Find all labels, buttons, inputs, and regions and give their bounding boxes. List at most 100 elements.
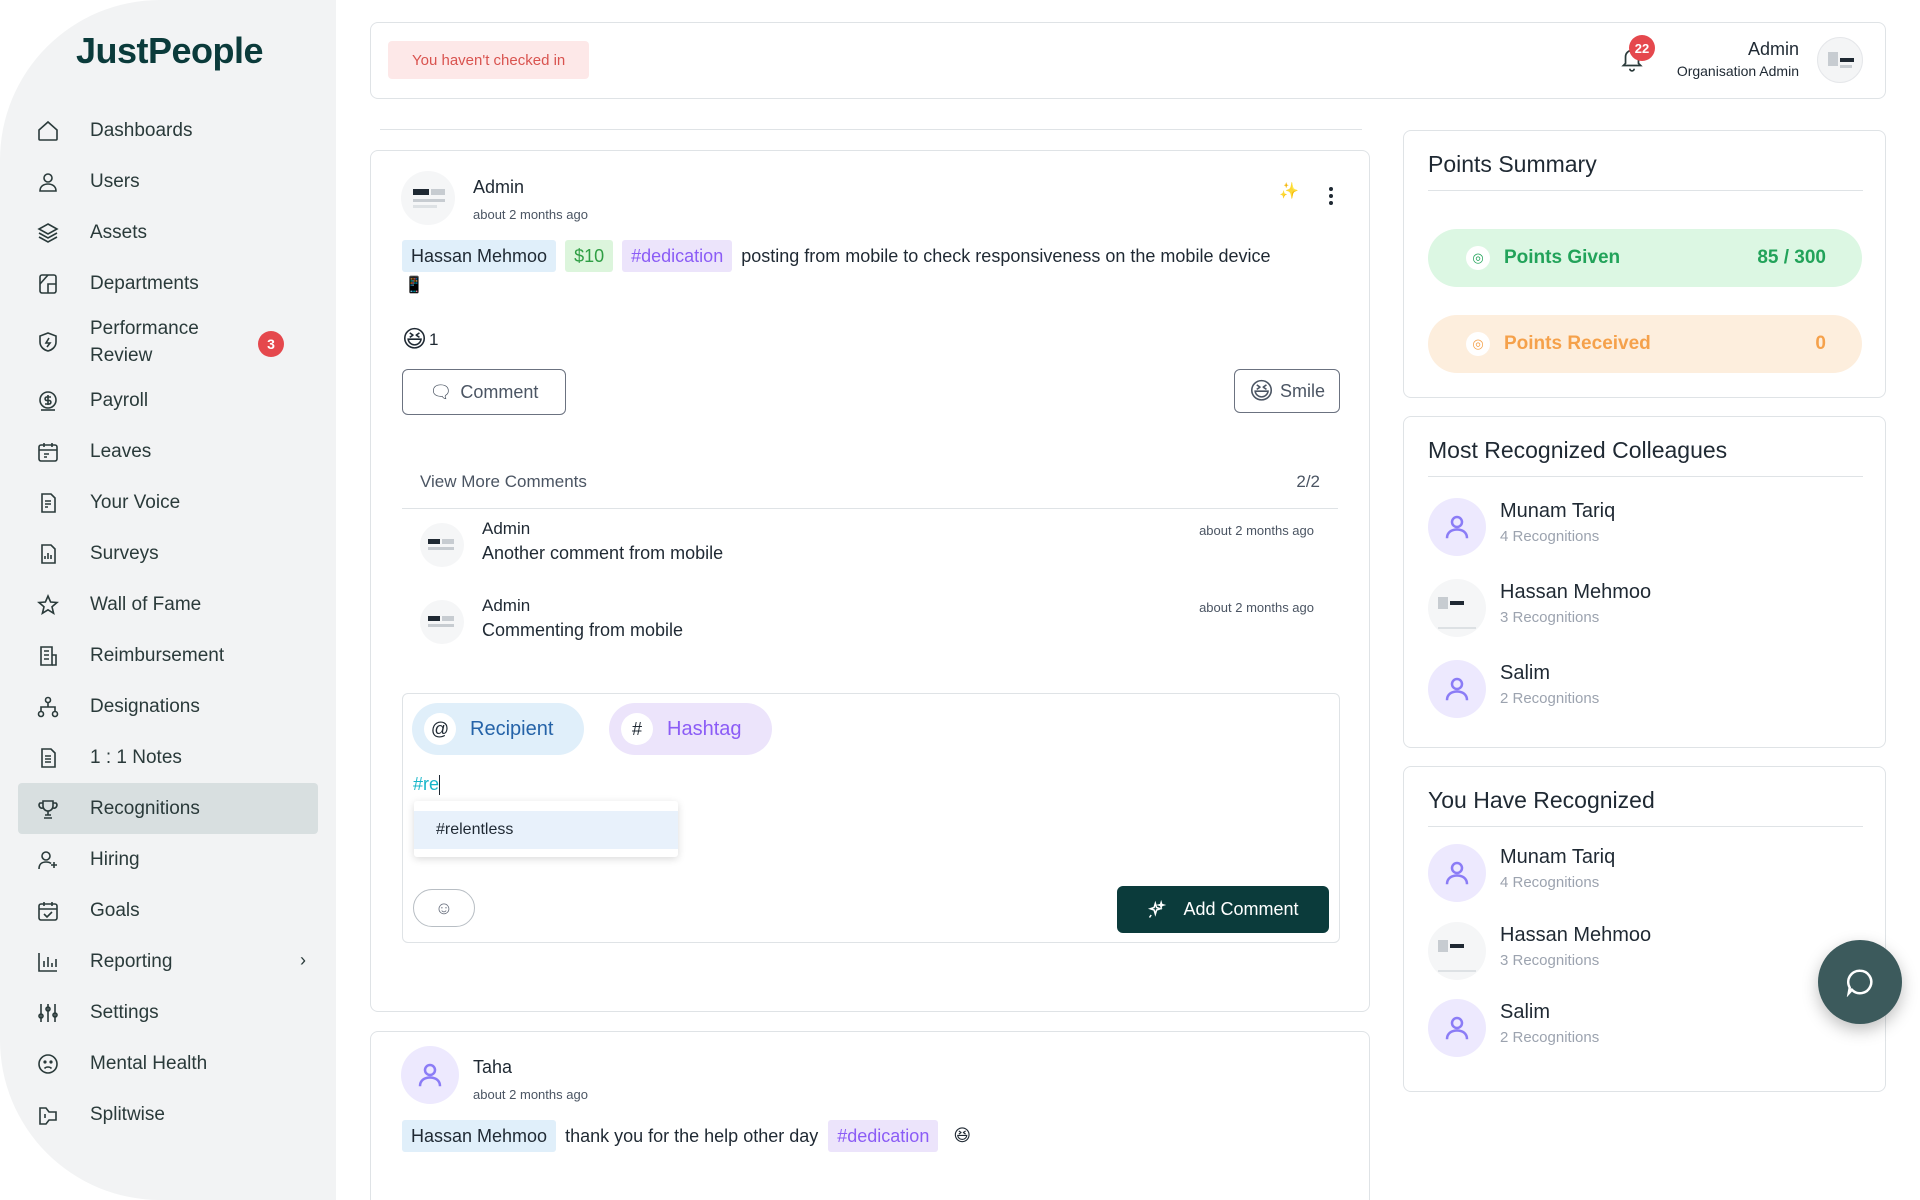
panel-title: Points Summary: [1428, 151, 1863, 191]
comment-author[interactable]: Admin: [482, 519, 530, 539]
list-item[interactable]: Salim 2 Recognitions: [1428, 660, 1862, 720]
chevron-right-icon[interactable]: ›: [300, 950, 306, 971]
recipient-chip[interactable]: Hassan Mehmoo: [402, 240, 557, 272]
phone-emoji: 📱: [404, 277, 424, 294]
sidebar-item-departments[interactable]: Departments: [18, 258, 318, 309]
comments-header: View More Comments 2/2: [402, 457, 1338, 509]
hashtag-button-label: Hashtag: [667, 717, 742, 740]
sidebar-item-surveys[interactable]: Surveys: [18, 528, 318, 579]
sidebar-item-users[interactable]: Users: [18, 156, 318, 207]
laughing-emoji-icon: 😆: [402, 326, 428, 353]
more-options-icon[interactable]: [1329, 187, 1335, 208]
sidebar-item-label: 1 : 1 Notes: [90, 747, 182, 768]
sidebar-item-label: Mental Health: [90, 1053, 208, 1074]
sidebar-item-label: Payroll: [90, 390, 149, 411]
you-recognized-panel: You Have Recognized Munam Tariq 4 Recogn…: [1403, 766, 1886, 1092]
sidebar-item-mental-health[interactable]: Mental Health: [18, 1038, 318, 1089]
comment-button[interactable]: 🗨 Comment: [402, 369, 566, 415]
avatar: [1428, 579, 1486, 637]
comment-input[interactable]: #re: [413, 774, 913, 796]
list-item[interactable]: Salim 2 Recognitions: [1428, 999, 1862, 1059]
sidebar-item-dashboards[interactable]: Dashboards: [18, 105, 318, 156]
list-item[interactable]: Munam Tariq 4 Recognitions: [1428, 844, 1862, 904]
avatar: [1428, 922, 1486, 980]
recognition-count: 4 Recognitions: [1500, 528, 1600, 545]
sidebar-item-performance-review[interactable]: Performance Review 3: [18, 309, 318, 375]
sidebar-item-leaves[interactable]: Leaves: [18, 426, 318, 477]
view-more-comments-link[interactable]: View More Comments: [420, 472, 587, 492]
recognition-count: 2 Recognitions: [1500, 690, 1600, 707]
hashtag-chip[interactable]: #dedication: [828, 1120, 939, 1152]
sidebar: JustPeople Dashboards Users Assets Depar…: [0, 0, 336, 1200]
add-comment-button[interactable]: Add Comment: [1117, 886, 1329, 933]
sidebar-item-wall-of-fame[interactable]: Wall of Fame: [18, 579, 318, 630]
avatar: [1428, 844, 1486, 902]
comment-composer: @ Recipient # Hashtag #re #relentless ☺ …: [402, 693, 1340, 943]
user-role: Organisation Admin: [1676, 63, 1799, 79]
avatar[interactable]: [420, 523, 464, 567]
hashtag-button[interactable]: # Hashtag: [609, 703, 772, 755]
colleague-name: Salim: [1500, 662, 1551, 684]
post-author[interactable]: Admin: [473, 177, 524, 198]
hierarchy-icon: [36, 695, 60, 719]
sidebar-item-label: Dashboards: [90, 120, 193, 141]
hashtag-suggestion-item[interactable]: #relentless: [414, 811, 678, 849]
sidebar-item-your-voice[interactable]: Your Voice: [18, 477, 318, 528]
sidebar-item-label: Recognitions: [90, 798, 200, 819]
sidebar-item-label: Wall of Fame: [90, 594, 202, 615]
avatar[interactable]: [401, 171, 455, 225]
sidebar-item-designations[interactable]: Designations: [18, 681, 318, 732]
recipient-chip[interactable]: Hassan Mehmoo: [402, 1120, 557, 1152]
list-item[interactable]: Munam Tariq 4 Recognitions: [1428, 498, 1862, 558]
avatar[interactable]: [1817, 37, 1863, 83]
sidebar-item-splitwise[interactable]: Splitwise: [18, 1089, 318, 1140]
post-message: Hassan Mehmoo $10 #dedication posting fr…: [402, 240, 1270, 272]
user-icon: [418, 1063, 442, 1087]
comment-author[interactable]: Admin: [482, 596, 530, 616]
sidebar-item-label: Goals: [90, 900, 140, 921]
receipt-icon: [36, 644, 60, 668]
sidebar-item-assets[interactable]: Assets: [18, 207, 318, 258]
sidebar-item-reporting[interactable]: Reporting ›: [18, 936, 318, 987]
post-author[interactable]: Taha: [473, 1057, 512, 1078]
points-given-value: 85 / 300: [1757, 247, 1826, 268]
sidebar-item-label: Users: [90, 171, 140, 192]
app-logo[interactable]: JustPeople: [76, 30, 264, 72]
comment-text: Commenting from mobile: [482, 620, 684, 640]
laughing-emoji-icon: 😆: [953, 1126, 972, 1145]
layers-icon: [36, 221, 60, 245]
sidebar-item-settings[interactable]: Settings: [18, 987, 318, 1038]
smile-button[interactable]: 😆 Smile: [1234, 369, 1340, 413]
sidebar-item-hiring[interactable]: Hiring: [18, 834, 318, 885]
avatar[interactable]: [420, 600, 464, 644]
list-item[interactable]: Hassan Mehmoo 3 Recognitions: [1428, 922, 1862, 982]
colleague-name: Salim: [1500, 1001, 1551, 1023]
colleague-name: Munam Tariq: [1500, 500, 1616, 522]
reaction-summary[interactable]: 😆 1: [402, 325, 439, 354]
list-item[interactable]: Hassan Mehmoo 3 Recognitions: [1428, 579, 1862, 639]
hashtag-chip[interactable]: #dedication: [622, 240, 733, 272]
home-icon: [36, 119, 60, 143]
sidebar-item-label: Surveys: [90, 543, 159, 564]
avatar: [1428, 498, 1486, 556]
sidebar-item-label: Reimbursement: [90, 645, 225, 666]
emoji-picker-button[interactable]: ☺: [413, 889, 475, 927]
sidebar-item-label: Assets: [90, 222, 148, 243]
user-icon: [1445, 515, 1469, 539]
chat-bubble-icon: [1846, 969, 1873, 997]
star-icon: [36, 593, 60, 617]
sidebar-item-goals[interactable]: Goals: [18, 885, 318, 936]
checkin-status-badge[interactable]: You haven't checked in: [388, 41, 590, 79]
coin-icon: ◎: [1466, 332, 1490, 356]
sidebar-nav: Dashboards Users Assets Departments Perf…: [18, 105, 318, 1140]
sidebar-item-payroll[interactable]: Payroll: [18, 375, 318, 426]
post-message: Hassan Mehmoo thank you for the help oth…: [402, 1120, 971, 1152]
sidebar-item-1-1-notes[interactable]: 1 : 1 Notes: [18, 732, 318, 783]
sidebar-item-reimbursement[interactable]: Reimbursement: [18, 630, 318, 681]
chat-button[interactable]: [1818, 940, 1902, 1024]
smile-button-label: Smile: [1280, 380, 1326, 401]
avatar[interactable]: [401, 1046, 459, 1104]
recipient-button[interactable]: @ Recipient: [412, 703, 584, 755]
sidebar-item-recognitions[interactable]: Recognitions: [18, 783, 318, 834]
reaction-count: 1: [429, 329, 439, 349]
